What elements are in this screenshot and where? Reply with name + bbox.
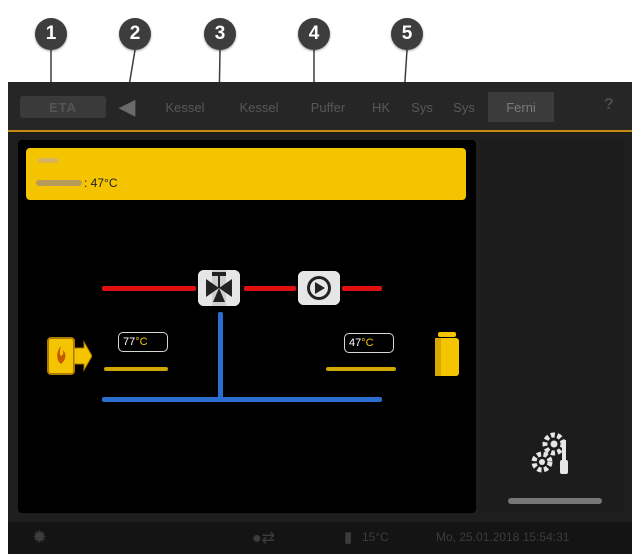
eta-logo: ETA [20,96,106,118]
consumer-temperature-unit: °C [361,337,374,349]
network-globe-icon[interactable]: ●⇄ [252,528,275,548]
supply-temperature-display: 77 °C [118,332,168,352]
back-arrow-icon[interactable]: ◀ [114,94,140,120]
tab-sys-1[interactable]: Sys [402,92,442,122]
outdoor-temperature: 15°C [362,530,389,544]
system-diagram-panel: : 47°C 77 °C 47 °C [18,140,476,513]
tab-ferni[interactable]: Ferni [488,92,554,122]
pump-icon [298,271,340,305]
banner-temperature: : 47°C [84,176,118,190]
callout-2: 2 [119,18,151,50]
supply-temperature-value: 77 [123,336,136,348]
device-screen: ETA ◀ Kessel Kessel Puffer HK Sys Sys Fe… [8,82,632,554]
mixing-valve-icon [198,270,240,306]
consumer-temperature-display: 47 °C [344,333,394,353]
settings-gear-icon[interactable]: ✹ [32,527,47,548]
circulation-pump[interactable] [298,271,340,305]
banner-row: : 47°C [36,175,117,191]
tab-hk[interactable]: HK [364,92,398,122]
tab-kessel-2[interactable]: Kessel [226,92,292,122]
tab-puffer[interactable]: Puffer [298,92,358,122]
heat-source-icon[interactable] [46,334,92,378]
supply-pipe-middle [244,286,296,291]
callout-1: 1 [35,18,67,50]
consumer-indicator-bar [326,367,396,371]
tab-kessel-1[interactable]: Kessel [150,92,220,122]
banner-title-blurred [38,158,58,163]
banner-label-blurred [36,180,82,186]
status-banner[interactable]: : 47°C [26,148,466,200]
return-pipe-horizontal [102,397,382,402]
tank-icon[interactable] [432,330,462,378]
date-time: Mo, 25.01.2018 15:54:31 [436,530,570,544]
supply-pipe-right [342,286,382,291]
mixing-valve[interactable] [198,270,240,306]
return-pipe-vertical [218,312,223,402]
callout-3: 3 [204,18,236,50]
heat-source-indicator-bar [104,367,168,371]
top-navigation-bar: ETA ◀ Kessel Kessel Puffer HK Sys Sys Fe… [8,82,632,132]
status-bar: ✹ ●⇄ ▮ 15°C Mo, 25.01.2018 15:54:31 [8,522,632,554]
callout-5: 5 [391,18,423,50]
consumer-temperature-value: 47 [349,337,362,349]
thermometer-icon: ▮ [344,529,353,546]
side-panel-indicator [508,498,602,504]
supply-pipe-left [102,286,196,291]
help-icon[interactable]: ? [604,96,614,114]
supply-temperature-unit: °C [135,336,148,348]
tab-sys-2[interactable]: Sys [444,92,484,122]
side-panel [480,140,625,513]
settings-gears-icon[interactable] [530,428,574,478]
callout-4: 4 [298,18,330,50]
